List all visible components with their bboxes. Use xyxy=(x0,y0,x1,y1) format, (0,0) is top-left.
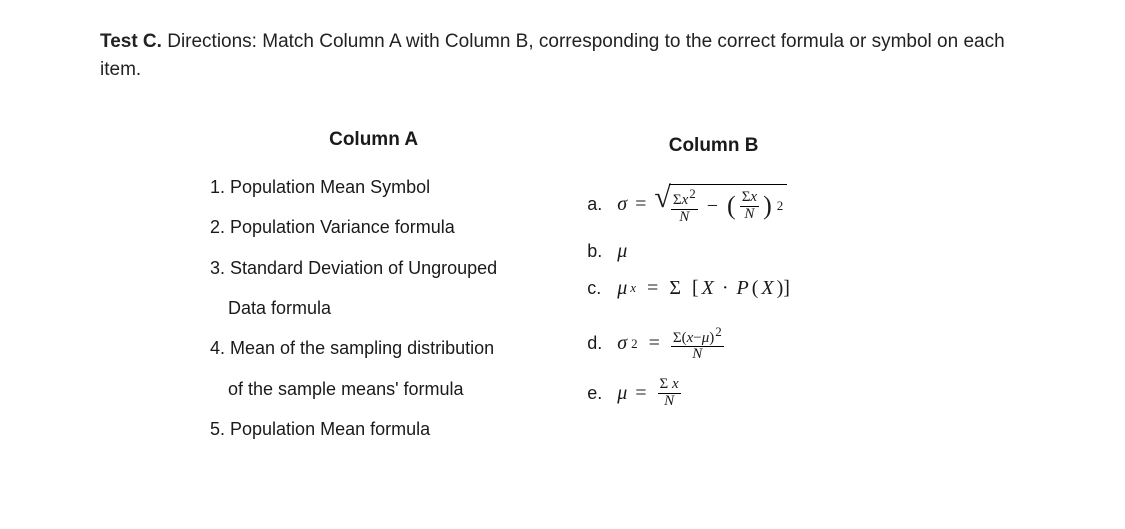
list-item: d. σ2 = Σ(x−μ)2N xyxy=(587,325,790,364)
formula-sigma-sq: σ2 = Σ(x−μ)2N xyxy=(617,325,724,364)
list-item: 4. Mean of the sampling distribution xyxy=(210,336,497,360)
list-item: 3. Standard Deviation of Ungrouped xyxy=(210,256,497,280)
column-a: Column A 1. Population Mean Symbol 2. Po… xyxy=(210,129,497,449)
list-item: Data formula xyxy=(210,296,497,320)
list-item: b. μ xyxy=(587,240,790,263)
directions-text: Directions: Match Column A with Column B… xyxy=(100,31,1005,80)
column-a-header: Column A xyxy=(210,129,497,151)
option-letter: b. xyxy=(587,241,609,262)
formula-mu-symbol: μ xyxy=(617,240,627,263)
test-label: Test C. xyxy=(100,31,162,52)
list-item: a. σ = √ Σx2N − ( ΣxN )2 xyxy=(587,184,790,226)
list-item: 1. Population Mean Symbol xyxy=(210,175,497,199)
directions: Test C. Directions: Match Column A with … xyxy=(100,28,1035,83)
column-b: Column B a. σ = √ Σx2N − ( ΣxN )2 xyxy=(587,129,790,449)
list-item: of the sample means' formula xyxy=(210,377,497,401)
formula-mu-x-sum: μx = Σ [X · P(X)] xyxy=(617,277,790,300)
page: Test C. Directions: Match Column A with … xyxy=(0,0,1125,529)
list-item: 2. Population Variance formula xyxy=(210,215,497,239)
list-item: e. μ = Σ xN xyxy=(587,377,790,410)
option-letter: a. xyxy=(587,194,609,215)
column-b-header: Column B xyxy=(587,135,790,157)
option-letter: c. xyxy=(587,278,609,299)
formula-mu-sumx: μ = Σ xN xyxy=(617,377,680,410)
option-letter: e. xyxy=(587,383,609,404)
columns-wrapper: Column A 1. Population Mean Symbol 2. Po… xyxy=(100,129,1035,449)
list-item: 5. Population Mean formula xyxy=(210,417,497,441)
option-letter: d. xyxy=(587,333,609,354)
formula-sigma-sqrt: σ = √ Σx2N − ( ΣxN )2 xyxy=(617,184,787,226)
list-item: c. μx = Σ [X · P(X)] xyxy=(587,277,790,300)
